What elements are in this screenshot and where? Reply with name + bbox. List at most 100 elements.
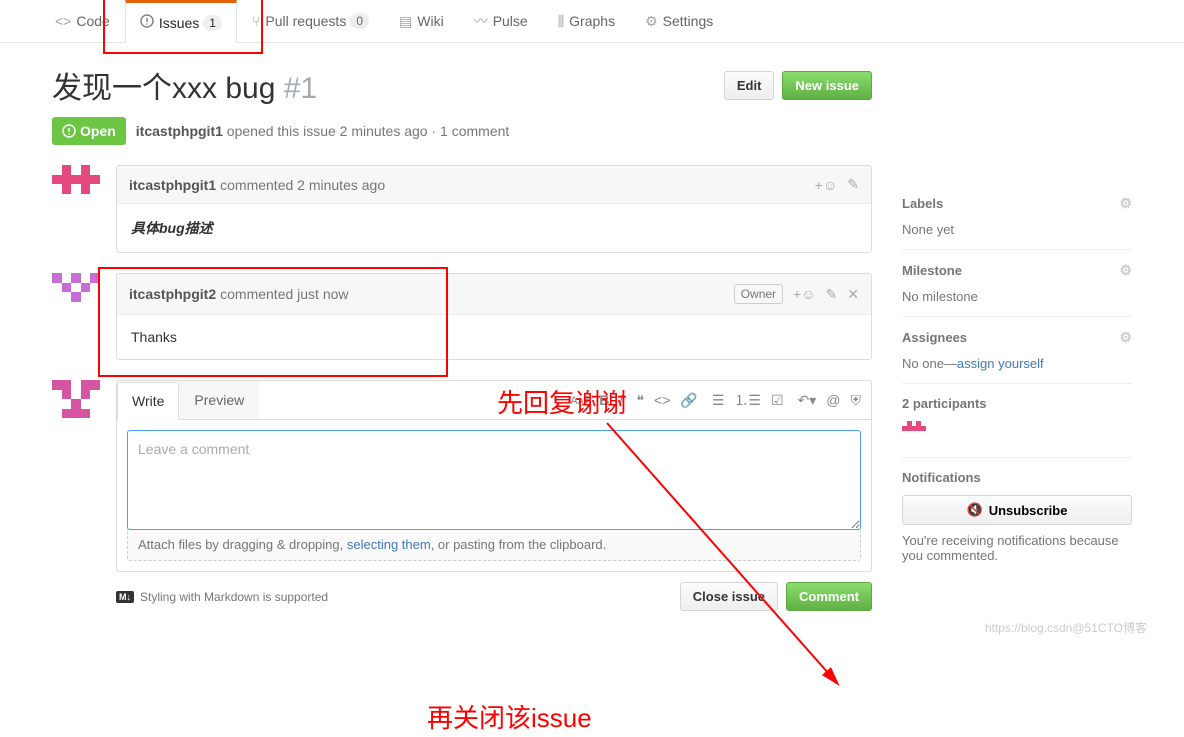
code-icon[interactable]: <> — [654, 392, 670, 408]
state-badge: Open — [52, 117, 126, 145]
edit-pencil-icon[interactable]: ✎ — [826, 286, 838, 303]
tabnav: Write Preview AA▾ B i ❝ <> 🔗 — [117, 381, 871, 420]
milestone-heading[interactable]: Milestone ⚙ — [902, 262, 1132, 279]
participants-heading: 2 participants — [902, 396, 1132, 411]
issue-title: 发现一个xxx bug #1 — [52, 63, 724, 107]
write-tab[interactable]: Write — [117, 382, 179, 420]
nav-issues[interactable]: Issues 1 — [125, 0, 237, 43]
sidebar-notifications: Notifications 🔇 Unsubscribe You're recei… — [902, 458, 1132, 575]
sidebar: Labels ⚙ None yet Milestone ⚙ No milesto… — [902, 63, 1132, 641]
pull-request-icon: ⑂ — [252, 13, 260, 29]
comment-body-2: Thanks — [117, 315, 871, 359]
comment-body-1: 具体bug描述 — [117, 204, 871, 252]
issue-icon — [140, 14, 154, 31]
sidebar-assignees: Assignees ⚙ No one—assign yourself — [902, 317, 1132, 384]
reaction-icon[interactable]: +☺ — [815, 177, 837, 193]
comment-text-1: 具体bug描述 — [131, 220, 213, 236]
new-comment-box: Write Preview AA▾ B i ❝ <> 🔗 — [116, 380, 872, 572]
ul-icon[interactable]: ☰ — [712, 392, 725, 409]
nav-code[interactable]: <> Code — [40, 0, 125, 42]
nav-settings[interactable]: ⚙ Settings — [630, 0, 728, 42]
edit-pencil-icon[interactable]: ✎ — [847, 176, 859, 193]
notifications-heading: Notifications — [902, 470, 1132, 485]
watermark: https://blog.csdn@51CTO博客 — [985, 619, 1147, 636]
close-icon[interactable]: ✕ — [847, 286, 859, 303]
comment-header-1: itcastphpgit1 commented 2 minutes ago +☺… — [117, 166, 871, 204]
task-icon[interactable]: ☑ — [771, 392, 784, 409]
comment-button[interactable]: Comment — [786, 582, 872, 611]
avatar-self[interactable] — [52, 380, 100, 428]
nav-wiki-label: Wiki — [417, 13, 443, 29]
mute-icon: 🔇 — [967, 502, 983, 518]
new-comment-wrap: Write Preview AA▾ B i ❝ <> 🔗 — [116, 380, 872, 621]
assignees-heading[interactable]: Assignees ⚙ — [902, 329, 1132, 346]
comment-author-2[interactable]: itcastphpgit2 — [129, 286, 216, 302]
comment-author-1[interactable]: itcastphpgit1 — [129, 177, 216, 193]
pulse-icon: 〰 — [474, 11, 488, 31]
comment-time-2: commented just now — [220, 286, 348, 302]
comment-1: itcastphpgit1 commented 2 minutes ago +☺… — [52, 165, 872, 253]
nav-pulls-label: Pull requests — [265, 13, 346, 29]
comment-actions-2: Owner +☺ ✎ ✕ — [734, 284, 859, 304]
gear-icon[interactable]: ⚙ — [1119, 262, 1132, 279]
comment-textarea[interactable] — [127, 430, 861, 530]
avatar-2[interactable] — [52, 273, 100, 321]
link-icon[interactable]: 🔗 — [680, 392, 697, 409]
form-actions: M↓ Styling with Markdown is supported Cl… — [116, 572, 872, 621]
sidebar-labels: Labels ⚙ None yet — [902, 183, 1132, 250]
book-icon: ▤ — [399, 13, 412, 30]
unsubscribe-button[interactable]: 🔇 Unsubscribe — [902, 495, 1132, 525]
reaction-icon[interactable]: +☺ — [793, 286, 815, 302]
nav-graphs-label: Graphs — [569, 13, 615, 29]
issue-number: #1 — [284, 72, 317, 105]
main-container: 发现一个xxx bug #1 Edit New issue Open itcas… — [27, 43, 1157, 641]
assign-yourself-link[interactable]: assign yourself — [957, 356, 1044, 371]
notifications-reason: You're receiving notifications because y… — [902, 533, 1132, 563]
labels-none: None yet — [902, 222, 1132, 237]
gear-icon[interactable]: ⚙ — [1119, 329, 1132, 346]
labels-heading[interactable]: Labels ⚙ — [902, 195, 1132, 212]
quote-icon[interactable]: ❝ — [636, 392, 644, 409]
attach-prefix: Attach files by dragging & dropping, — [138, 537, 347, 552]
toolbar: AA▾ B i ❝ <> 🔗 ☰ ⒈☰ — [570, 390, 861, 410]
markdown-note[interactable]: M↓ Styling with Markdown is supported — [116, 590, 328, 604]
main-column: 发现一个xxx bug #1 Edit New issue Open itcas… — [52, 63, 902, 641]
attach-link[interactable]: selecting them — [347, 537, 431, 552]
heading-icon[interactable]: AA▾ — [570, 394, 589, 407]
gear-icon: ⚙ — [645, 13, 658, 30]
new-issue-button[interactable]: New issue — [782, 71, 872, 100]
avatar-1[interactable] — [52, 165, 100, 213]
owner-badge: Owner — [734, 284, 783, 304]
comment-box-1: itcastphpgit1 commented 2 minutes ago +☺… — [116, 165, 872, 253]
comment-time-1: commented 2 minutes ago — [220, 177, 385, 193]
participant-avatar[interactable] — [902, 421, 926, 445]
nav-graphs[interactable]: ⫼ Graphs — [543, 0, 630, 42]
markdown-note-text: Styling with Markdown is supported — [140, 590, 328, 604]
pulls-count: 0 — [350, 13, 369, 29]
issue-meta: Open itcastphpgit1 opened this issue 2 m… — [52, 117, 872, 145]
code-icon: <> — [55, 13, 71, 29]
opener-name[interactable]: itcastphpgit1 — [136, 123, 223, 139]
title-row: 发现一个xxx bug #1 Edit New issue — [52, 63, 872, 107]
edit-button[interactable]: Edit — [724, 71, 775, 100]
nav-issues-label: Issues — [159, 15, 199, 31]
attach-bar[interactable]: Attach files by dragging & dropping, sel… — [127, 529, 861, 561]
italic-icon[interactable]: i — [619, 392, 622, 408]
nav-pulls[interactable]: ⑂ Pull requests 0 — [237, 0, 384, 42]
gear-icon[interactable]: ⚙ — [1119, 195, 1132, 212]
nav-code-label: Code — [76, 13, 109, 29]
nav-pulse[interactable]: 〰 Pulse — [459, 0, 543, 42]
nav-wiki[interactable]: ▤ Wiki — [384, 0, 459, 42]
ol-icon[interactable]: ⒈☰ — [734, 390, 761, 410]
bookmark-icon[interactable]: ⛨ — [851, 392, 862, 409]
mention-icon[interactable]: @ — [826, 392, 840, 408]
comment-box-2: itcastphpgit2 commented just now Owner +… — [116, 273, 872, 360]
reply-icon[interactable]: ↶▾ — [798, 392, 817, 409]
meta-text: itcastphpgit1 opened this issue 2 minute… — [136, 123, 510, 139]
close-issue-button[interactable]: Close issue — [680, 582, 778, 611]
bold-icon[interactable]: B — [599, 392, 609, 408]
preview-tab[interactable]: Preview — [179, 381, 259, 419]
markdown-icon: M↓ — [116, 591, 134, 603]
comment-field-wrap: Attach files by dragging & dropping, sel… — [117, 420, 871, 571]
issue-title-text: 发现一个xxx bug — [52, 72, 275, 105]
